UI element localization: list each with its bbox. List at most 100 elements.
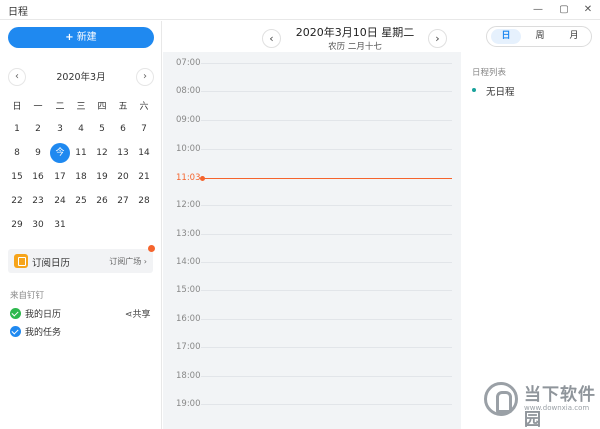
- calendar-day[interactable]: 31: [50, 215, 70, 235]
- calendar-item-my-tasks[interactable]: 我的任务: [10, 325, 61, 338]
- hour-gridline: [201, 404, 452, 405]
- hour-label: 10:00: [176, 144, 201, 154]
- subscription-square-link[interactable]: 订阅广场 ›: [109, 256, 147, 267]
- new-event-label: 新建: [76, 32, 97, 43]
- calendar-day[interactable]: 21: [134, 167, 154, 187]
- calendar-day[interactable]: 5: [92, 119, 112, 139]
- prev-month-button[interactable]: ‹: [8, 68, 26, 86]
- new-event-button[interactable]: + 新建: [8, 27, 154, 48]
- hour-gridline: [201, 205, 452, 206]
- window-title: 日程: [8, 7, 28, 18]
- calendar-day[interactable]: 2: [28, 119, 48, 139]
- weekday-label: 一: [33, 102, 43, 112]
- schedule-list-title: 日程列表: [472, 68, 507, 78]
- minimize-button[interactable]: —: [526, 0, 550, 20]
- weekday-label: 五: [118, 102, 128, 112]
- bullet-dot: [472, 88, 476, 92]
- calendar-day[interactable]: 28: [134, 191, 154, 211]
- sidebar: + 新建 ‹ 2020年3月 › 日一二三四五六 1 2 3 4 5 6 7 8 9 今 11 12 13…: [0, 21, 162, 429]
- maximize-button[interactable]: ▢: [552, 0, 576, 20]
- plus-icon: +: [65, 32, 74, 43]
- calendar-day[interactable]: 9: [28, 143, 48, 163]
- calendar-day-today[interactable]: 今: [50, 143, 70, 163]
- current-time-label: 11:03: [176, 173, 201, 183]
- hour-gridline: [201, 234, 452, 235]
- calendar-day[interactable]: 1: [7, 119, 27, 139]
- share-button[interactable]: ⋖共享: [125, 307, 151, 320]
- hour-gridline: [201, 319, 452, 320]
- calendar-day[interactable]: 22: [7, 191, 27, 211]
- calendar-day[interactable]: 6: [113, 119, 133, 139]
- schedule-list-panel: 日程列表 无日程: [462, 52, 600, 429]
- calendar-day[interactable]: 20: [113, 167, 133, 187]
- hour-label: 17:00: [176, 342, 201, 352]
- weekday-label: 二: [55, 102, 65, 112]
- watermark-url: www.downxia.com: [524, 404, 590, 412]
- chevron-right-icon: ›: [143, 71, 147, 82]
- calendar-day[interactable]: 14: [134, 143, 154, 163]
- calendar-day[interactable]: 3: [50, 119, 70, 139]
- hour-label: 13:00: [176, 229, 201, 239]
- source-label: 来自钉钉: [10, 291, 45, 301]
- calendar-day[interactable]: 17: [50, 167, 70, 187]
- hour-gridline: [201, 290, 452, 291]
- weekday-label: 四: [97, 102, 107, 112]
- prev-day-button[interactable]: ‹: [262, 29, 281, 48]
- calendar-day[interactable]: 30: [28, 215, 48, 235]
- hour-gridline: [201, 347, 452, 348]
- calendar-day[interactable]: 13: [113, 143, 133, 163]
- calendar-day[interactable]: 29: [7, 215, 27, 235]
- hour-label: 09:00: [176, 115, 201, 125]
- chevron-left-icon: ‹: [15, 71, 19, 82]
- chevron-left-icon: ‹: [269, 32, 274, 45]
- notification-dot: [148, 245, 155, 252]
- hour-gridline: [201, 376, 452, 377]
- day-timeline[interactable]: 07:00 08:00 09:00 10:00 12:00 13:00 14:00 15:00…: [163, 52, 461, 429]
- calendar-day[interactable]: 27: [113, 191, 133, 211]
- calendar-day[interactable]: 7: [134, 119, 154, 139]
- calendar-day[interactable]: 8: [7, 143, 27, 163]
- title-bar: 日程 — ▢ ✕: [0, 0, 600, 20]
- close-button[interactable]: ✕: [576, 0, 600, 20]
- current-time-line: [204, 178, 452, 179]
- weekday-label: 日: [12, 102, 22, 112]
- calendar-subscribe-icon: [14, 254, 28, 268]
- calendar-day[interactable]: 18: [71, 167, 91, 187]
- hour-gridline: [201, 63, 452, 64]
- hour-label: 18:00: [176, 371, 201, 381]
- watermark: 当下软件园 www.downxia.com: [484, 378, 596, 429]
- next-day-button[interactable]: ›: [428, 29, 447, 48]
- hour-label: 07:00: [176, 58, 201, 68]
- calendar-item-my-calendar[interactable]: 我的日历: [10, 307, 61, 320]
- hour-label: 12:00: [176, 200, 201, 210]
- calendar-day[interactable]: 4: [71, 119, 91, 139]
- hour-label: 14:00: [176, 257, 201, 267]
- hour-gridline: [201, 120, 452, 121]
- calendar-day[interactable]: 26: [92, 191, 112, 211]
- hour-gridline: [201, 262, 452, 263]
- calendar-day[interactable]: 24: [50, 191, 70, 211]
- share-icon: ⋖: [125, 310, 133, 320]
- chevron-right-icon: ›: [143, 257, 147, 266]
- view-week-tab[interactable]: 周: [525, 29, 555, 44]
- weekday-label: 三: [76, 102, 86, 112]
- subscribe-label: 订阅日历: [32, 258, 71, 269]
- hour-label: 15:00: [176, 285, 201, 295]
- next-month-button[interactable]: ›: [136, 68, 154, 86]
- calendar-day[interactable]: 11: [71, 143, 91, 163]
- calendar-day[interactable]: 12: [92, 143, 112, 163]
- no-events-text: 无日程: [486, 87, 515, 98]
- month-title: 2020年3月: [56, 72, 106, 83]
- calendar-day[interactable]: 19: [92, 167, 112, 187]
- view-month-tab[interactable]: 月: [559, 29, 589, 44]
- calendar-day[interactable]: 16: [28, 167, 48, 187]
- calendar-day[interactable]: 25: [71, 191, 91, 211]
- watermark-logo-icon: [484, 382, 518, 416]
- lunar-date: 农历 二月十七: [328, 42, 382, 52]
- current-date: 2020年3月10日 星期二: [295, 26, 415, 39]
- view-day-tab[interactable]: 日: [491, 29, 521, 44]
- hour-label: 16:00: [176, 314, 201, 324]
- subscribe-calendar-card[interactable]: 订阅日历 订阅广场 ›: [8, 249, 153, 273]
- calendar-day[interactable]: 15: [7, 167, 27, 187]
- calendar-day[interactable]: 23: [28, 191, 48, 211]
